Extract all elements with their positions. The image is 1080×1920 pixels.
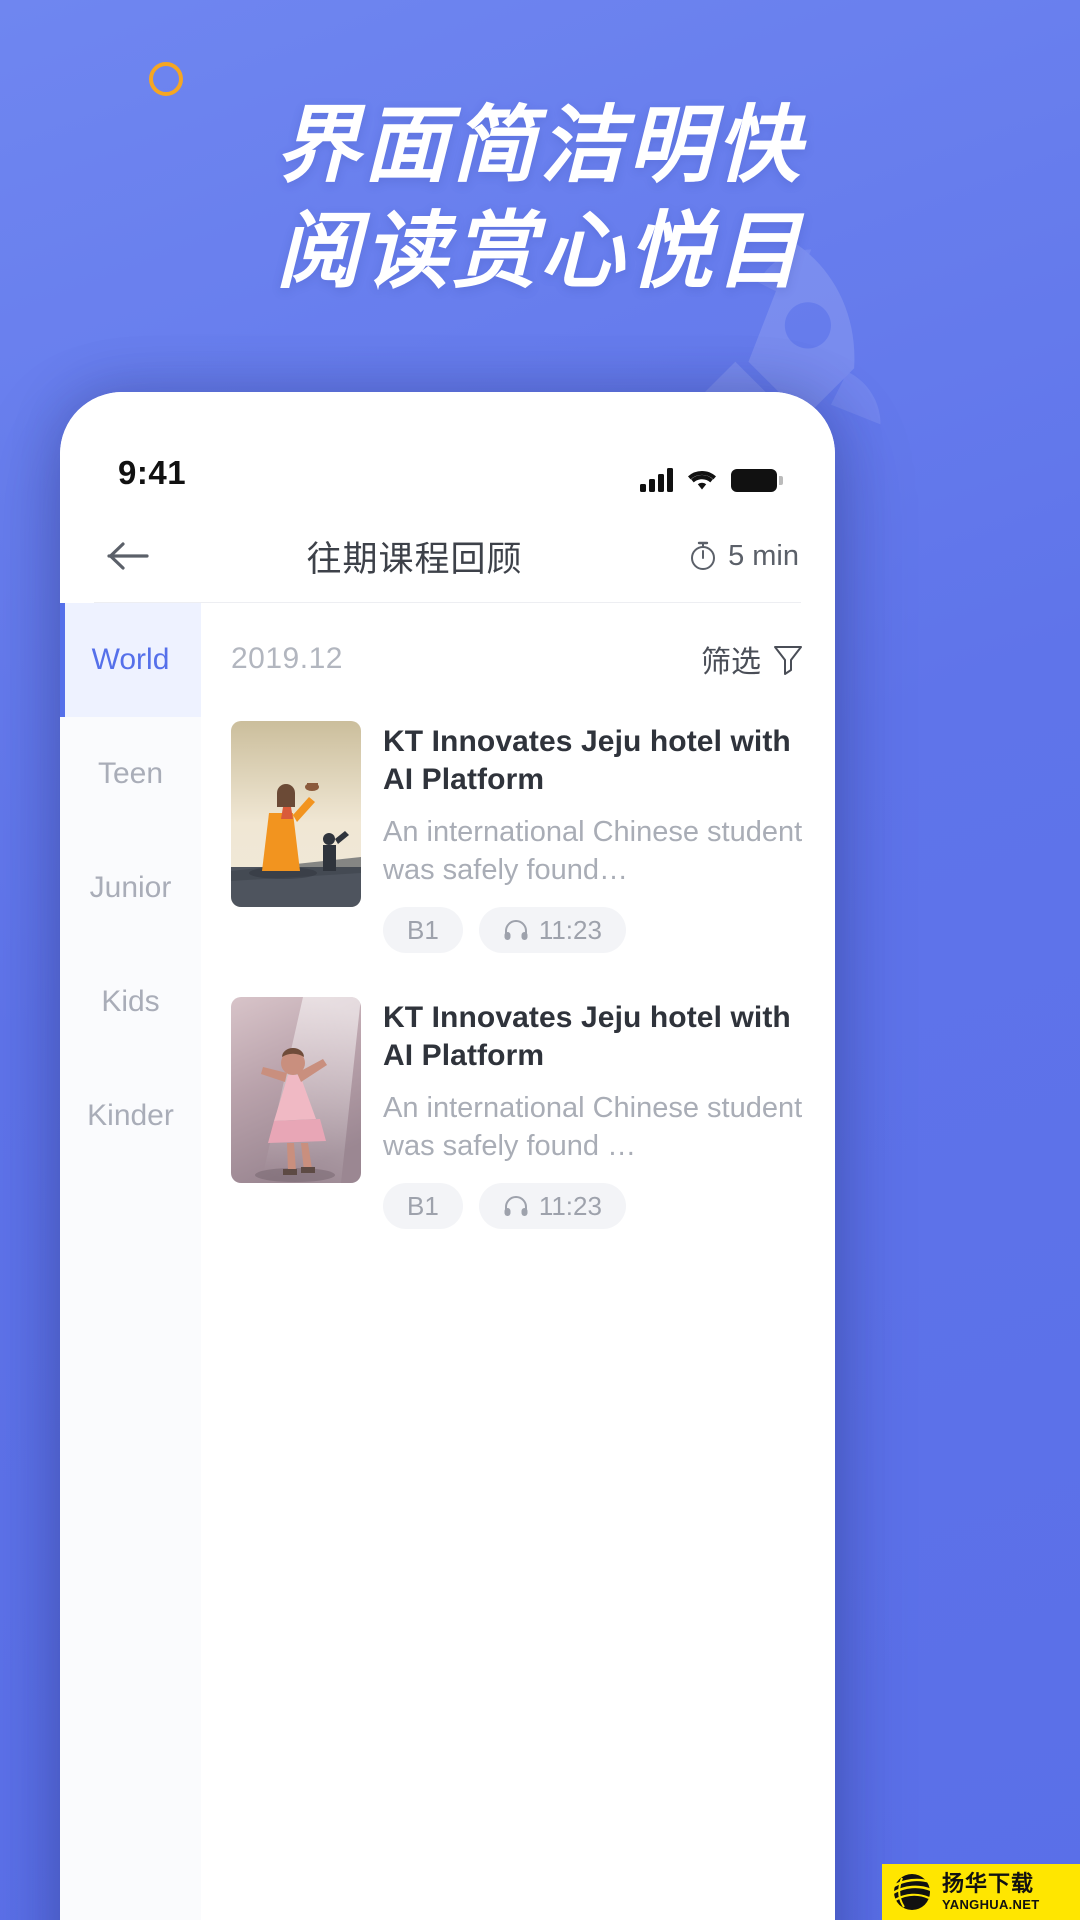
level-badge: B1 — [383, 907, 463, 953]
page-title: 界面简洁明快 阅读赏心悦目 — [0, 92, 1080, 304]
status-icons — [640, 468, 783, 492]
headphones-icon — [504, 1196, 528, 1216]
article-info: KT Innovates Jeju hotel with AI Platform… — [383, 997, 805, 1229]
battery-full-icon — [731, 468, 783, 492]
sidebar-item-kinder[interactable]: Kinder — [60, 1059, 201, 1173]
article-description: An international Chinese student was saf… — [383, 1092, 803, 1162]
article-title: KT Innovates Jeju hotel with AI Platform — [383, 725, 791, 796]
filter-button[interactable]: 筛选 — [701, 637, 805, 681]
wifi-icon — [688, 470, 716, 490]
navigation-bar: 往期课程回顾 5 min — [60, 510, 835, 602]
phone-screen: 9:41 往期课程回顾 5 min World Teen Junior Kids… — [60, 392, 835, 1920]
audio-duration-badge: 11:23 — [478, 1183, 626, 1229]
phone-mockup: 9:41 往期课程回顾 5 min World Teen Junior Kids… — [60, 392, 835, 1920]
article-title: KT Innovates Jeju hotel with AI Platform — [383, 1001, 791, 1072]
status-bar: 9:41 — [60, 392, 835, 510]
watermark-cn: 扬华下载 — [942, 1871, 1035, 1896]
sidebar-item-junior[interactable]: Junior — [60, 831, 201, 945]
article-card[interactable]: KT Innovates Jeju hotel with AI Platform… — [231, 715, 805, 991]
audio-duration-label: 11:23 — [538, 1190, 602, 1221]
article-tags: B1 11:23 — [383, 1183, 805, 1229]
watermark: 扬华下载 YANGHUA.NET — [882, 1864, 1080, 1920]
level-badge: B1 — [383, 1183, 463, 1229]
sidebar-item-label: Junior — [89, 871, 172, 904]
sidebar-item-kids[interactable]: Kids — [60, 945, 201, 1059]
status-time: 9:41 — [118, 454, 187, 491]
category-sidebar: World Teen Junior Kids Kinder — [60, 603, 201, 1920]
nav-title: 往期课程回顾 — [306, 539, 523, 579]
promo-banner: 界面简洁明快 阅读赏心悦目 9:41 往期课程回顾 5 min World Te… — [0, 0, 1080, 1920]
list-date: 2019.12 — [231, 642, 343, 675]
lesson-timer[interactable]: 5 min — [687, 540, 799, 573]
cellular-signal-icon — [640, 468, 673, 492]
list-header: 2019.12 筛选 — [231, 603, 805, 715]
lesson-timer-label: 5 min — [728, 539, 799, 572]
headphones-icon — [504, 920, 528, 940]
article-description: An international Chinese student was saf… — [383, 816, 803, 886]
article-list-panel: 2019.12 筛选 KT Innovates Jeju hotel with … — [201, 603, 835, 1920]
article-thumbnail-girl-photo — [231, 997, 361, 1183]
stopwatch-icon — [691, 541, 716, 570]
audio-duration-label: 11:23 — [538, 914, 602, 945]
globe-logo-icon — [892, 1874, 932, 1910]
article-thumbnail-man-illustration — [231, 721, 361, 907]
content-area: World Teen Junior Kids Kinder 2019.12 筛选… — [60, 603, 835, 1920]
article-card[interactable]: KT Innovates Jeju hotel with AI Platform… — [231, 991, 805, 1267]
sidebar-item-label: Kinder — [87, 1099, 174, 1132]
headline-line-1: 界面简洁明快 — [275, 98, 804, 192]
sidebar-item-label: Kids — [101, 985, 160, 1018]
sidebar-item-label: World — [91, 643, 170, 676]
sidebar-item-teen[interactable]: Teen — [60, 717, 201, 831]
article-tags: B1 11:23 — [383, 907, 805, 953]
headline-line-2: 阅读赏心悦目 — [275, 204, 804, 298]
circle-outline-icon — [149, 62, 183, 96]
sidebar-item-label: Teen — [97, 757, 164, 790]
watermark-en: YANGHUA.NET — [942, 1897, 1040, 1912]
filter-label: 筛选 — [701, 646, 761, 679]
article-info: KT Innovates Jeju hotel with AI Platform… — [383, 721, 805, 953]
funnel-icon — [774, 646, 802, 675]
audio-duration-badge: 11:23 — [478, 907, 626, 953]
watermark-text: 扬华下载 YANGHUA.NET — [942, 1871, 1040, 1912]
sidebar-item-world[interactable]: World — [60, 603, 201, 717]
